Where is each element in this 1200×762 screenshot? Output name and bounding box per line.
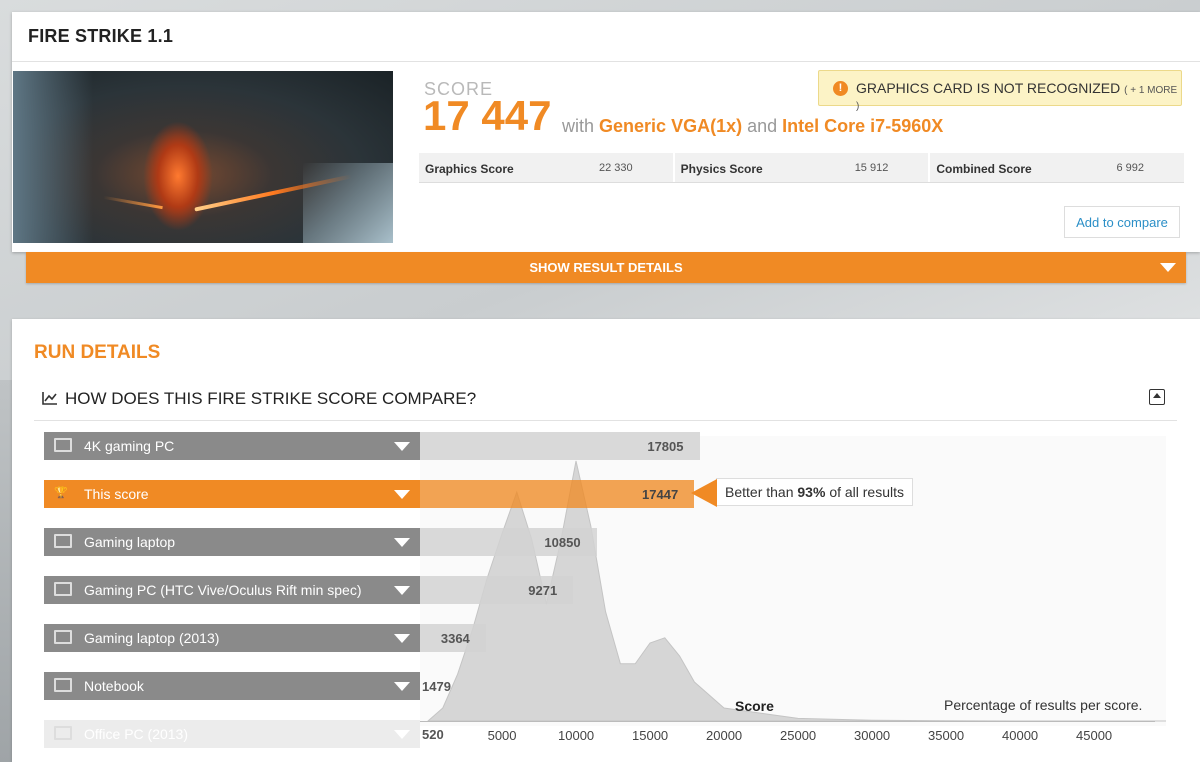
gpu-warning-alert[interactable]: ! GRAPHICS CARD IS NOT RECOGNIZED ( + 1 … (818, 70, 1182, 112)
chevron-down-icon[interactable] (394, 538, 410, 547)
subscore-physics: Physics Score 15 912 (675, 153, 931, 182)
row-label: This score (84, 486, 149, 502)
row-label: 4K gaming PC (84, 438, 175, 454)
subscore-graphics: Graphics Score 22 330 (419, 153, 675, 182)
thumb-ice-left (13, 71, 93, 243)
x-tick-label: 15000 (632, 728, 669, 743)
line-chart-icon (42, 392, 57, 405)
row-label: Notebook (84, 678, 144, 694)
x-tick-label: 45000 (1076, 728, 1113, 743)
row-label: Office PC (2013) (84, 726, 189, 742)
bar-value: 1479 (422, 679, 451, 694)
desktop-icon (54, 438, 72, 452)
comparison-bar: 17447 (420, 480, 695, 508)
row-label: Gaming laptop (84, 534, 176, 550)
subscore-label: Graphics Score (425, 162, 514, 176)
comparison-bar: 10850 (420, 528, 597, 556)
comparison-bar: 1479 (420, 672, 458, 700)
y-axis-label: Percentage of results per score. (944, 697, 1143, 713)
collapse-toggle-icon[interactable] (1149, 389, 1165, 405)
chevron-down-icon[interactable] (394, 682, 410, 691)
laptop-icon (54, 678, 72, 692)
better-suffix: of all results (829, 484, 905, 500)
subscore-value: 6 992 (1116, 162, 1145, 174)
laptop-icon (54, 630, 72, 644)
x-axis-title: Score (735, 698, 774, 714)
subscore-value: 15 912 (854, 162, 889, 174)
chevron-down-icon[interactable] (394, 490, 410, 499)
desktop-icon (54, 582, 72, 596)
details-label: SHOW RESULT DETAILS (529, 260, 683, 275)
row-label: Gaming PC (HTC Vive/Oculus Rift min spec… (84, 582, 362, 598)
alert-text: GRAPHICS CARD IS NOT RECOGNIZED (856, 80, 1121, 96)
x-tick-label: 30000 (854, 728, 891, 743)
x-tick-label: 5000 (487, 728, 517, 743)
comparison-row[interactable]: Gaming laptop (2013) (44, 624, 420, 652)
show-result-details-button[interactable]: SHOW RESULT DETAILS (26, 252, 1186, 283)
gpu-name[interactable]: Generic VGA(1x) (599, 116, 742, 136)
trophy-icon: 🏆 (54, 487, 68, 499)
bar-value: 9271 (528, 583, 558, 598)
x-axis-line (420, 721, 1155, 722)
comparison-bar: 520 (420, 720, 450, 748)
chevron-down-icon[interactable] (394, 730, 410, 739)
subscore-label: Combined Score (936, 162, 1032, 176)
better-pct: 93% (797, 484, 826, 500)
add-to-compare-button[interactable]: Add to compare (1064, 206, 1180, 238)
benchmark-title: FIRE STRIKE 1.1 (12, 12, 1200, 62)
compare-heading: HOW DOES THIS FIRE STRIKE SCORE COMPARE? (65, 389, 477, 408)
warning-icon: ! (833, 81, 848, 96)
result-card: FIRE STRIKE 1.1 SCORE 17 447 with Generi… (12, 12, 1200, 252)
comparison-row[interactable]: Gaming laptop (44, 528, 420, 556)
bar-value: 520 (422, 727, 444, 742)
better-than-tooltip: Better than 93% of all results (690, 478, 914, 507)
score-hardware: with Generic VGA(1x) and Intel Core i7-5… (562, 116, 943, 137)
bar-value: 3364 (440, 631, 470, 646)
chevron-down-icon[interactable] (394, 442, 410, 451)
cpu-name[interactable]: Intel Core i7-5960X (782, 116, 943, 136)
x-tick-label: 20000 (706, 728, 743, 743)
comparison-bar: 9271 (420, 576, 574, 604)
thumb-fire-creature (143, 121, 213, 231)
comparison-row[interactable]: Gaming PC (HTC Vive/Oculus Rift min spec… (44, 576, 420, 604)
bar-value: 10850 (544, 535, 581, 550)
laptop-icon (54, 534, 72, 548)
comparison-row[interactable]: Office PC (2013) (44, 720, 420, 748)
benchmark-thumbnail (13, 71, 393, 243)
chevron-down-icon[interactable] (394, 634, 410, 643)
bar-value: 17805 (647, 439, 684, 454)
x-tick-label: 35000 (928, 728, 965, 743)
subscore-label: Physics Score (680, 162, 763, 176)
chevron-down-icon (1160, 263, 1176, 272)
row-label: Gaming laptop (2013) (84, 630, 220, 646)
subscores: Graphics Score 22 330 Physics Score 15 9… (419, 153, 1184, 183)
subscore-value: 22 330 (599, 162, 633, 174)
with-text: with (562, 116, 595, 136)
comparison-bar: 3364 (420, 624, 486, 652)
and-text: and (747, 116, 778, 136)
comparison-row[interactable]: 🏆 This score (44, 480, 420, 508)
subscore-combined: Combined Score 6 992 (930, 153, 1184, 182)
compare-section-header[interactable]: HOW DOES THIS FIRE STRIKE SCORE COMPARE? (34, 377, 1177, 421)
chevron-down-icon[interactable] (394, 586, 410, 595)
score-value: 17 447 (423, 92, 552, 139)
x-tick-label: 25000 (780, 728, 817, 743)
comparison-bar: 17805 (420, 432, 700, 460)
x-tick-label: 10000 (558, 728, 595, 743)
bar-value: 17447 (642, 487, 679, 502)
run-details-title: RUN DETAILS (34, 342, 161, 363)
comparison-row[interactable]: 4K gaming PC (44, 432, 420, 460)
x-tick-label: 40000 (1002, 728, 1039, 743)
comparison-row[interactable]: Notebook (44, 672, 420, 700)
better-prefix: Better than (725, 484, 794, 500)
desktop-icon (54, 726, 72, 740)
